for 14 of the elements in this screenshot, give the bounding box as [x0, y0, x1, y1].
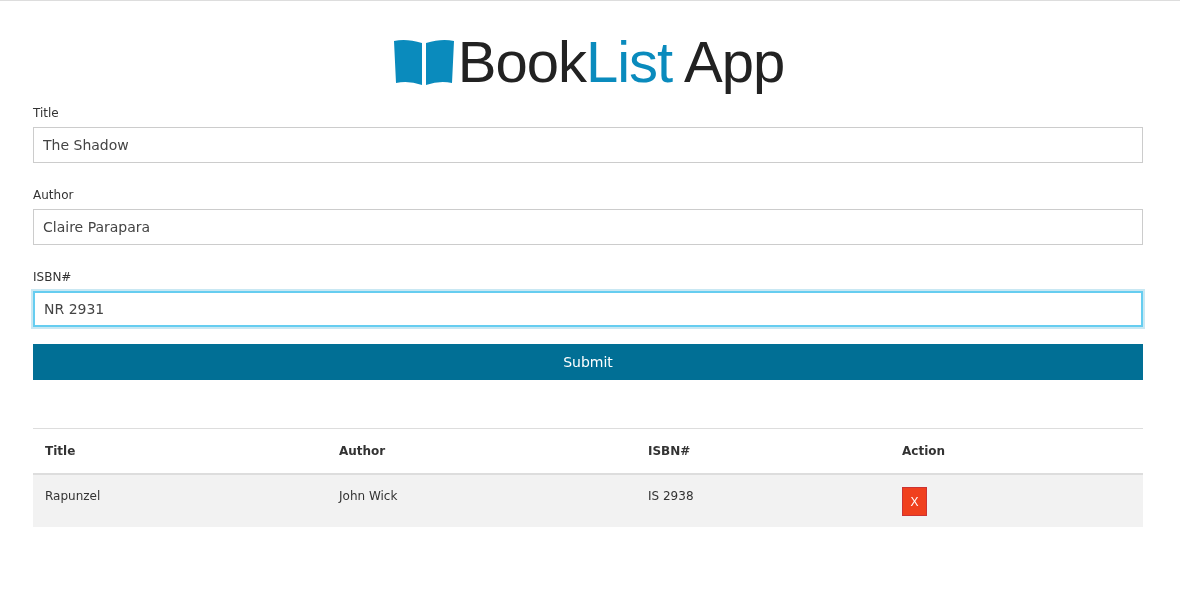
table-cell: IS 2938 [636, 474, 890, 527]
table-cell: Rapunzel [33, 474, 327, 527]
field-label: Title [33, 105, 60, 122]
text-input[interactable]: NR 2931 [33, 291, 1143, 327]
table-cell: John Wick [327, 474, 636, 527]
text-input[interactable]: Claire Parapara [33, 209, 1143, 245]
delete-button[interactable]: X [902, 487, 927, 516]
submit-button[interactable]: Submit [33, 344, 1143, 380]
app-title-word: App [683, 29, 785, 94]
field-label: ISBN# [33, 269, 73, 286]
open-book-icon [391, 37, 456, 87]
app-title-word: Book [457, 29, 586, 94]
field-label: Author [33, 187, 75, 204]
text-input[interactable]: The Shadow [33, 127, 1143, 163]
